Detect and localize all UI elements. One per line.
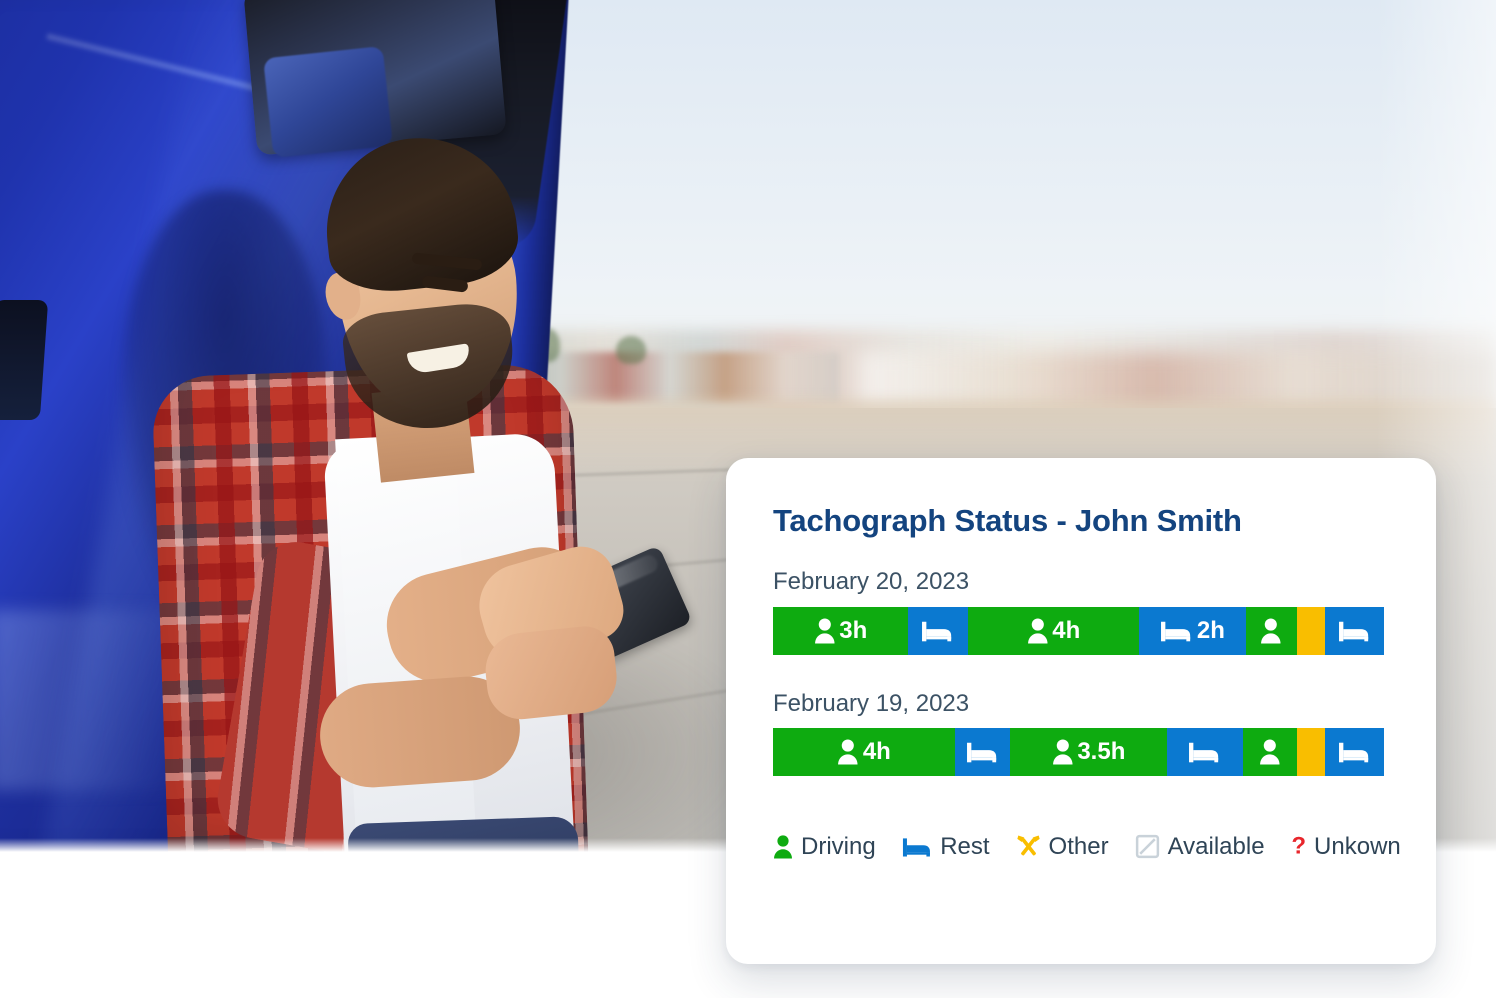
driver-icon	[837, 738, 859, 765]
legend-item-label: Unkown	[1314, 832, 1401, 860]
timeline-bar-0[interactable]: 3h 4h 2h	[773, 606, 1384, 655]
driver-icon	[1259, 738, 1281, 765]
timeline-segment-driving[interactable]	[1245, 606, 1297, 655]
segment-duration-label: 4h	[862, 737, 891, 765]
bed-icon	[1338, 617, 1371, 644]
question-icon: ?	[1291, 834, 1307, 859]
legend-item-available: Available	[1135, 833, 1265, 861]
segment-duration-label: 4h	[1052, 616, 1081, 644]
segment-duration-label: 3h	[839, 616, 868, 644]
legend-item-label: Driving	[801, 832, 876, 860]
timeline-segment-other[interactable]	[1296, 606, 1325, 655]
timeline-segment-driving[interactable]	[1242, 727, 1297, 776]
hammers-icon	[1016, 834, 1041, 859]
svg-text:?: ?	[1291, 834, 1306, 859]
legend-item-label: Available	[1167, 832, 1265, 860]
segment-duration-label: 2h	[1196, 616, 1225, 644]
day-date-label: February 20, 2023	[773, 568, 970, 596]
page-title: Tachograph Status - John Smith	[773, 503, 1242, 538]
driver-icon	[773, 834, 793, 859]
day-block-1: February 19, 2023 4h 3.5h	[773, 689, 1388, 776]
hand-holding	[481, 623, 621, 723]
truck-door-handle	[0, 300, 49, 420]
timeline-segment-rest[interactable]	[908, 606, 968, 655]
bed-icon	[966, 738, 999, 765]
tachograph-status-card: Tachograph Status - John Smith February …	[726, 458, 1436, 964]
timeline-segment-driving[interactable]: 3h	[773, 606, 909, 655]
timeline-segment-driving[interactable]: 4h	[773, 727, 956, 776]
driver-icon	[814, 617, 836, 644]
bed-icon	[1338, 738, 1371, 765]
bed-icon	[921, 617, 954, 644]
legend-item-unkown: ? Unkown	[1291, 833, 1401, 861]
timeline-segment-rest[interactable]	[955, 727, 1011, 776]
timeline-bar-1[interactable]: 4h 3.5h	[773, 727, 1384, 776]
timeline-segment-rest[interactable]	[1167, 727, 1243, 776]
day-block-0: February 20, 2023 3h 4h 2h	[773, 568, 1388, 655]
timeline-segment-driving[interactable]: 3.5h	[1010, 727, 1168, 776]
timeline-segment-rest[interactable]: 2h	[1138, 606, 1246, 655]
legend-item-driving: Driving	[773, 833, 876, 861]
timeline-segment-driving[interactable]: 4h	[967, 606, 1139, 655]
segment-duration-label: 3.5h	[1077, 737, 1126, 765]
driver-icon	[1260, 617, 1282, 644]
bed-icon	[902, 834, 933, 859]
day-date-label: February 19, 2023	[773, 689, 970, 717]
timeline-segment-rest[interactable]	[1324, 606, 1384, 655]
timeline-segment-other[interactable]	[1296, 727, 1325, 776]
status-legend: Driving Rest Other Available? Unkown	[773, 833, 1401, 861]
driver-icon	[1052, 738, 1074, 765]
bed-icon	[1188, 738, 1221, 765]
legend-item-label: Rest	[940, 832, 990, 860]
legend-item-other: Other	[1016, 833, 1109, 861]
truck-driver-figure	[150, 120, 710, 852]
legend-item-rest: Rest	[902, 833, 990, 861]
bed-icon	[1160, 617, 1193, 644]
driver-icon	[1027, 617, 1049, 644]
legend-item-label: Other	[1048, 832, 1109, 860]
hair	[317, 128, 523, 298]
timeline-segment-rest[interactable]	[1324, 727, 1384, 776]
slash-box-icon	[1135, 834, 1160, 859]
